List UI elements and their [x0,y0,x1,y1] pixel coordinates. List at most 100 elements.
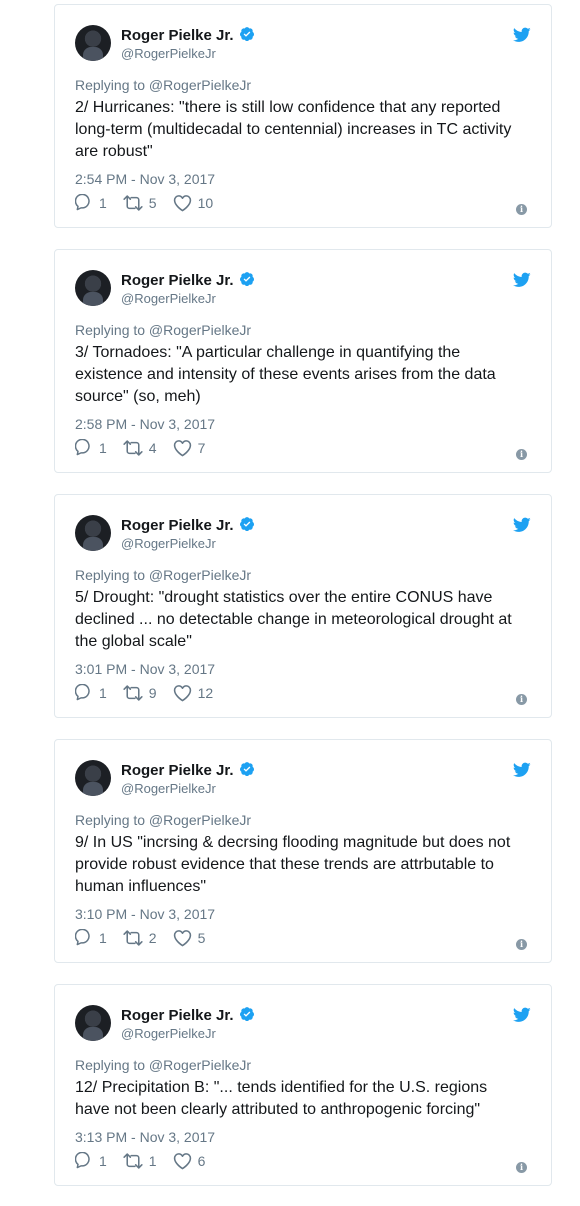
reply-icon [75,684,90,701]
retweet-count: 1 [148,1153,157,1169]
retweet-action[interactable]: 4 [123,439,157,457]
info-icon[interactable]: i [516,694,527,705]
replying-to-label[interactable]: Replying to @RogerPielkeJr [75,567,251,583]
twitter-bird-icon[interactable] [513,1007,531,1023]
tweet-timestamp[interactable]: 2:54 PM - Nov 3, 2017 [75,171,215,187]
tweet-timestamp[interactable]: 3:01 PM - Nov 3, 2017 [75,661,215,677]
like-count: 5 [197,930,206,946]
tweet-text: 5/ Drought: "drought statistics over the… [75,589,512,650]
author-name[interactable]: Roger Pielke Jr. [121,27,234,44]
reply-action[interactable]: 1 [75,929,107,947]
verified-badge-icon [239,762,254,777]
tweet-text: 9/ In US "incrsing & decrsing flooding m… [75,834,511,895]
retweet-count: 2 [148,930,157,946]
reply-count: 1 [99,195,107,211]
info-icon[interactable]: i [516,204,527,215]
like-heart-icon [173,685,191,702]
tweet-text: 3/ Tornadoes: "A particular challenge in… [75,344,496,405]
retweet-count: 4 [148,440,157,456]
reply-action[interactable]: 1 [75,194,107,212]
retweet-icon [123,930,143,946]
author-name[interactable]: Roger Pielke Jr. [121,272,234,289]
like-heart-icon [173,930,191,947]
like-action[interactable]: 7 [173,439,206,457]
twitter-bird-icon[interactable] [513,762,531,778]
author-name[interactable]: Roger Pielke Jr. [121,1007,234,1024]
reply-count: 1 [99,440,107,456]
tweet-timestamp[interactable]: 2:58 PM - Nov 3, 2017 [75,416,215,432]
twitter-bird-icon[interactable] [513,517,531,533]
like-action[interactable]: 10 [173,194,214,212]
tweet-actions: 1 2 5 [75,928,221,948]
replying-to-label[interactable]: Replying to @RogerPielkeJr [75,1057,251,1073]
retweet-action[interactable]: 2 [123,929,157,947]
avatar[interactable] [75,1005,111,1041]
replying-to-label[interactable]: Replying to @RogerPielkeJr [75,77,251,93]
avatar[interactable] [75,515,111,551]
verified-badge-icon [239,27,254,42]
retweet-icon [123,1153,143,1169]
info-icon[interactable]: i [516,449,527,460]
tweet-actions: 1 4 7 [75,438,221,458]
like-action[interactable]: 12 [173,684,214,702]
retweet-action[interactable]: 1 [123,1152,157,1170]
retweet-action[interactable]: 5 [123,194,157,212]
embedded-tweet[interactable]: Roger Pielke Jr. @RogerPielkeJr Replying… [54,739,552,963]
like-heart-icon [173,440,191,457]
retweet-icon [123,440,143,456]
reply-icon [75,439,90,456]
reply-icon [75,929,90,946]
embedded-tweet[interactable]: Roger Pielke Jr. @RogerPielkeJr Replying… [54,4,552,228]
reply-action[interactable]: 1 [75,684,107,702]
reply-action[interactable]: 1 [75,1152,107,1170]
like-count: 10 [197,195,214,211]
author-handle[interactable]: @RogerPielkeJr [121,1026,216,1041]
avatar[interactable] [75,270,111,306]
like-heart-icon [173,1153,191,1170]
avatar[interactable] [75,760,111,796]
verified-badge-icon [239,1007,254,1022]
like-count: 12 [197,685,214,701]
like-heart-icon [173,195,191,212]
author-handle[interactable]: @RogerPielkeJr [121,536,216,551]
reply-count: 1 [99,685,107,701]
like-action[interactable]: 5 [173,929,206,947]
retweet-icon [123,685,143,701]
reply-icon [75,1152,90,1169]
reply-count: 1 [99,1153,107,1169]
tweet-timestamp[interactable]: 3:10 PM - Nov 3, 2017 [75,906,215,922]
tweet-actions: 1 9 12 [75,683,229,703]
author-handle[interactable]: @RogerPielkeJr [121,46,216,61]
tweet-text: 2/ Hurricanes: "there is still low confi… [75,99,512,160]
verified-badge-icon [239,517,254,532]
like-action[interactable]: 6 [173,1152,206,1170]
reply-icon [75,194,90,211]
avatar[interactable] [75,25,111,61]
tweet-text: 12/ Precipitation B: "... tends identifi… [75,1079,488,1118]
tweet-actions: 1 1 6 [75,1151,221,1171]
like-count: 7 [197,440,206,456]
tweet-timestamp[interactable]: 3:13 PM - Nov 3, 2017 [75,1129,215,1145]
twitter-bird-icon[interactable] [513,272,531,288]
verified-badge-icon [239,272,254,287]
embedded-tweet[interactable]: Roger Pielke Jr. @RogerPielkeJr Replying… [54,494,552,718]
replying-to-label[interactable]: Replying to @RogerPielkeJr [75,812,251,828]
reply-count: 1 [99,930,107,946]
twitter-bird-icon[interactable] [513,27,531,43]
embedded-tweet[interactable]: Roger Pielke Jr. @RogerPielkeJr Replying… [54,984,552,1186]
retweet-count: 5 [148,195,157,211]
embedded-tweet[interactable]: Roger Pielke Jr. @RogerPielkeJr Replying… [54,249,552,473]
reply-action[interactable]: 1 [75,439,107,457]
info-icon[interactable]: i [516,939,527,950]
author-handle[interactable]: @RogerPielkeJr [121,781,216,796]
like-count: 6 [197,1153,206,1169]
retweet-count: 9 [148,685,157,701]
replying-to-label[interactable]: Replying to @RogerPielkeJr [75,322,251,338]
retweet-action[interactable]: 9 [123,684,157,702]
tweet-actions: 1 5 10 [75,193,229,213]
author-name[interactable]: Roger Pielke Jr. [121,762,234,779]
author-name[interactable]: Roger Pielke Jr. [121,517,234,534]
info-icon[interactable]: i [516,1162,527,1173]
retweet-icon [123,195,143,211]
author-handle[interactable]: @RogerPielkeJr [121,291,216,306]
